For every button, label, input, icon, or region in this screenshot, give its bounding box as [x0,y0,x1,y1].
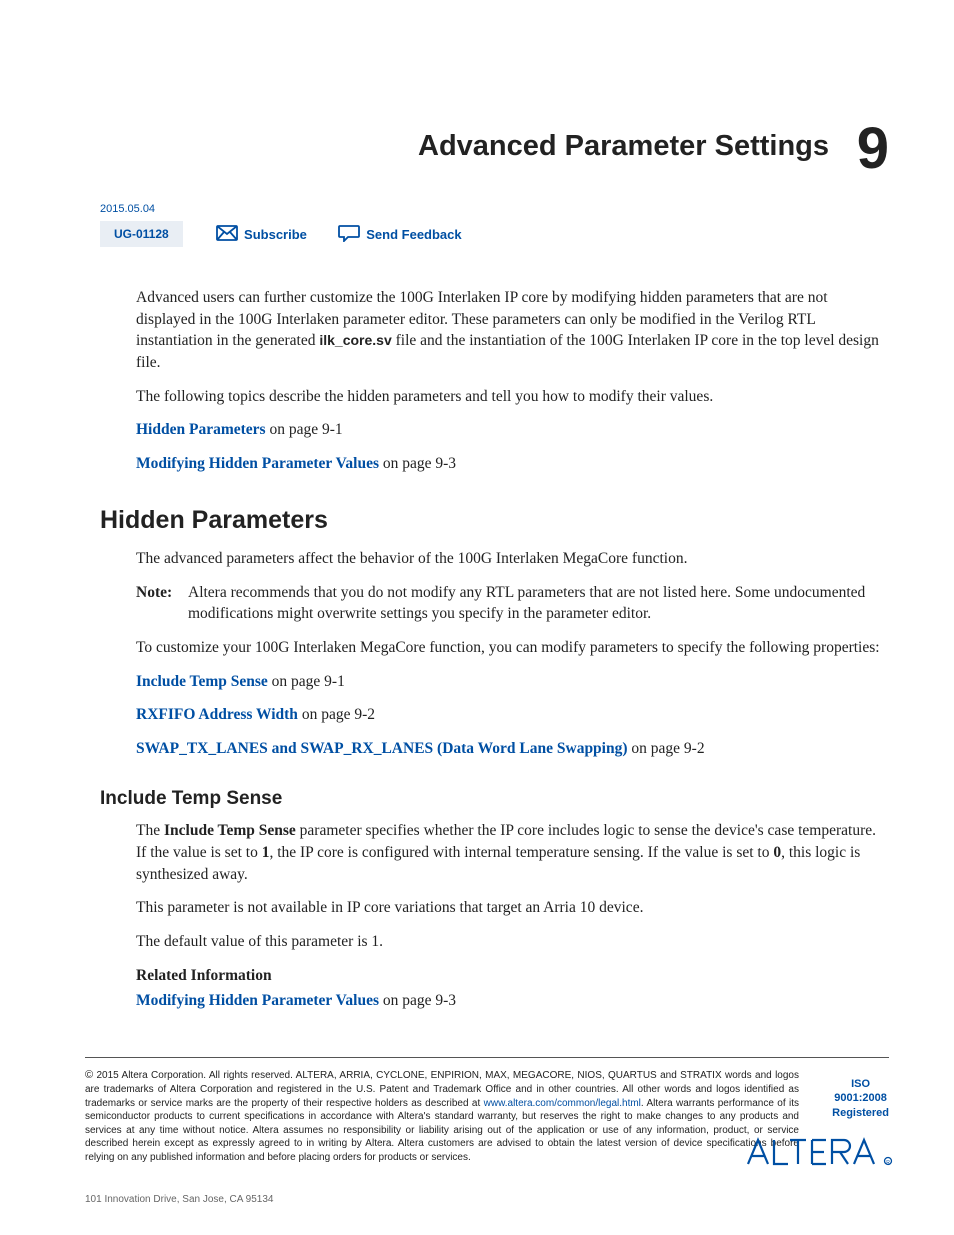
note-body: Altera recommends that you do not modify… [188,582,889,625]
mail-icon [216,225,244,244]
link-include-temp-sense[interactable]: Include Temp Sense [136,673,268,690]
intro-link-2: Modifying Hidden Parameter Values on pag… [136,453,889,475]
doc-id: UG-01128 [100,221,183,247]
s2-paragraph-1: The Include Temp Sense parameter specifi… [136,820,889,885]
note-label: Note: [136,582,182,625]
comment-icon [338,224,366,245]
s2-paragraph-2: This parameter is not available in IP co… [136,897,889,919]
footer-divider [85,1057,889,1058]
intro-paragraph-2: The following topics describe the hidden… [136,386,889,408]
s2-paragraph-3: The default value of this parameter is 1… [136,931,889,953]
chapter-number: 9 [857,120,889,178]
code-filename: ilk_core.sv [319,332,391,348]
subscribe-label: Subscribe [244,227,307,242]
note: Note: Altera recommends that you do not … [136,582,889,625]
s1-link2-tail: on page 9-2 [298,706,375,723]
heading-include-temp-sense: Include Temp Sense [100,786,889,813]
subscribe-link[interactable]: Subscribe [216,225,307,244]
link-hidden-parameters[interactable]: Hidden Parameters [136,421,266,438]
link-swap-lanes[interactable]: SWAP_TX_LANES and SWAP_RX_LANES (Data Wo… [136,740,628,757]
svg-text:R: R [886,1160,890,1166]
intro-link-1: Hidden Parameters on page 9-1 [136,419,889,441]
chapter-title: Advanced Parameter Settings [100,130,889,163]
s1-paragraph-1: The advanced parameters affect the behav… [136,548,889,570]
legal-link[interactable]: www.altera.com/common/legal.html [484,1098,641,1109]
s1-link1-tail: on page 9-1 [268,673,345,690]
related-info-label: Related Information [136,965,889,987]
iso-badge[interactable]: ISO 9001:2008 Registered [832,1077,889,1120]
feedback-label: Send Feedback [366,227,461,242]
intro-paragraph-1: Advanced users can further customize the… [136,287,889,374]
s1-paragraph-2: To customize your 100G Interlaken MegaCo… [136,637,889,659]
link-modifying-values-2[interactable]: Modifying Hidden Parameter Values [136,992,379,1009]
s2-link-tail: on page 9-3 [379,992,456,1009]
s1-link3-tail: on page 9-2 [628,740,705,757]
doc-date: 2015.05.04 [100,203,889,215]
altera-logo: R [744,1136,894,1173]
heading-hidden-parameters: Hidden Parameters [100,503,889,538]
feedback-link[interactable]: Send Feedback [338,224,461,245]
link-rxfifo-addr-width[interactable]: RXFIFO Address Width [136,706,298,723]
link-modifying-values[interactable]: Modifying Hidden Parameter Values [136,455,379,472]
footer-address: 101 Innovation Drive, San Jose, CA 95134 [85,1194,889,1205]
